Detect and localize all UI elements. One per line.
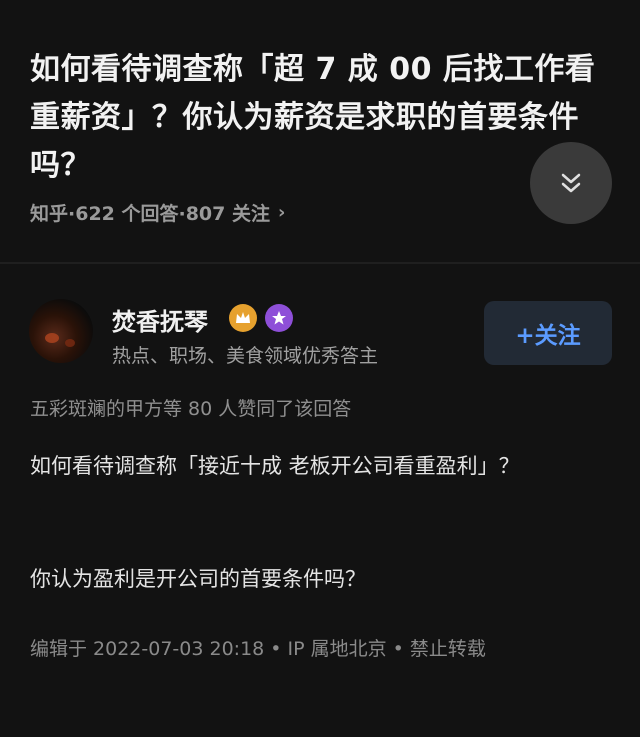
chevron-right-icon: ›	[278, 202, 286, 223]
collapse-button[interactable]	[530, 142, 612, 224]
author-name[interactable]: 焚香抚琴	[112, 302, 208, 337]
crown-icon	[236, 312, 250, 323]
question-title[interactable]: 如何看待调查称「超 7 成 00 后找工作看重薪资」？你认为薪资是求职的首要条件…	[30, 46, 610, 190]
star-icon	[272, 311, 286, 325]
question-header: 如何看待调查称「超 7 成 00 后找工作看重薪资」？你认为薪资是求职的首要条件…	[0, 0, 640, 262]
avatar-glow	[45, 333, 59, 343]
author-description: 热点、职场、美食领域优秀答主	[112, 345, 379, 367]
avatar[interactable]	[29, 299, 93, 363]
follow-button[interactable]: +关注	[484, 301, 612, 365]
answer-card: 焚香抚琴 热点、职场、美食领域优秀答主 +关注 五彩斑斓的甲方等 80 人赞同了…	[0, 264, 640, 737]
answer-paragraph: 如何看待调查称「接近十成 老板开公司看重盈利」？	[30, 454, 520, 478]
upvote-summary[interactable]: 五彩斑斓的甲方等 80 人赞同了该回答	[30, 394, 351, 421]
question-meta-text: 知乎·622 个回答·807 关注	[30, 203, 270, 225]
avatar-glow-secondary	[65, 339, 75, 347]
edit-info: 编辑于 2022-07-03 20:18 • IP 属地北京 • 禁止转载	[30, 638, 486, 660]
double-chevron-down-icon	[561, 173, 581, 193]
question-meta-link[interactable]: 知乎·622 个回答·807 关注 ›	[30, 199, 285, 226]
crown-badge-icon[interactable]	[229, 304, 257, 332]
answer-paragraph: 你认为盈利是开公司的首要条件吗？	[30, 567, 366, 591]
star-badge-icon[interactable]	[265, 304, 293, 332]
